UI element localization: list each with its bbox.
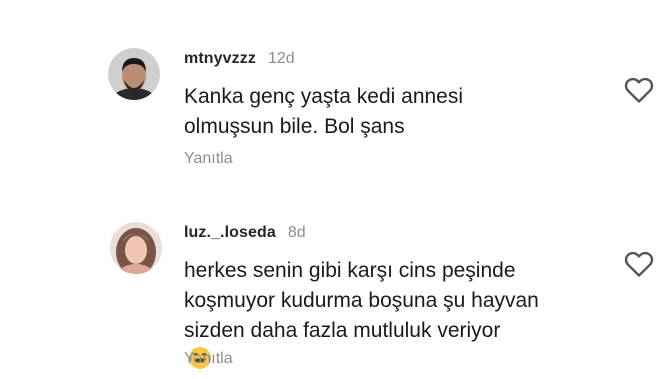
avatar[interactable] [108, 48, 160, 100]
comment-text: herkes senin gibi karşı cins peşinde koş… [184, 256, 584, 370]
reply-button[interactable]: Yanıtla [184, 350, 233, 368]
comment-timestamp: 8d [287, 224, 306, 241]
comment-username[interactable]: luz._.loseda [184, 224, 276, 242]
heart-outline-icon[interactable] [624, 250, 654, 278]
comment-timestamp: 12d [267, 50, 295, 67]
comment-item: mtnyvzzz 12d Kanka genç yaşta kedi annes… [0, 0, 672, 190]
heart-outline-icon[interactable] [624, 76, 654, 104]
comment-item: luz._.loseda 8d herkes senin gibi karşı … [0, 190, 672, 378]
comment-username[interactable]: mtnyvzzz [184, 50, 256, 68]
reply-button[interactable]: Yanıtla [184, 150, 233, 168]
comment-text: Kanka genç yaşta kedi annesi olmuşsun bi… [184, 85, 464, 138]
avatar[interactable] [110, 222, 162, 274]
